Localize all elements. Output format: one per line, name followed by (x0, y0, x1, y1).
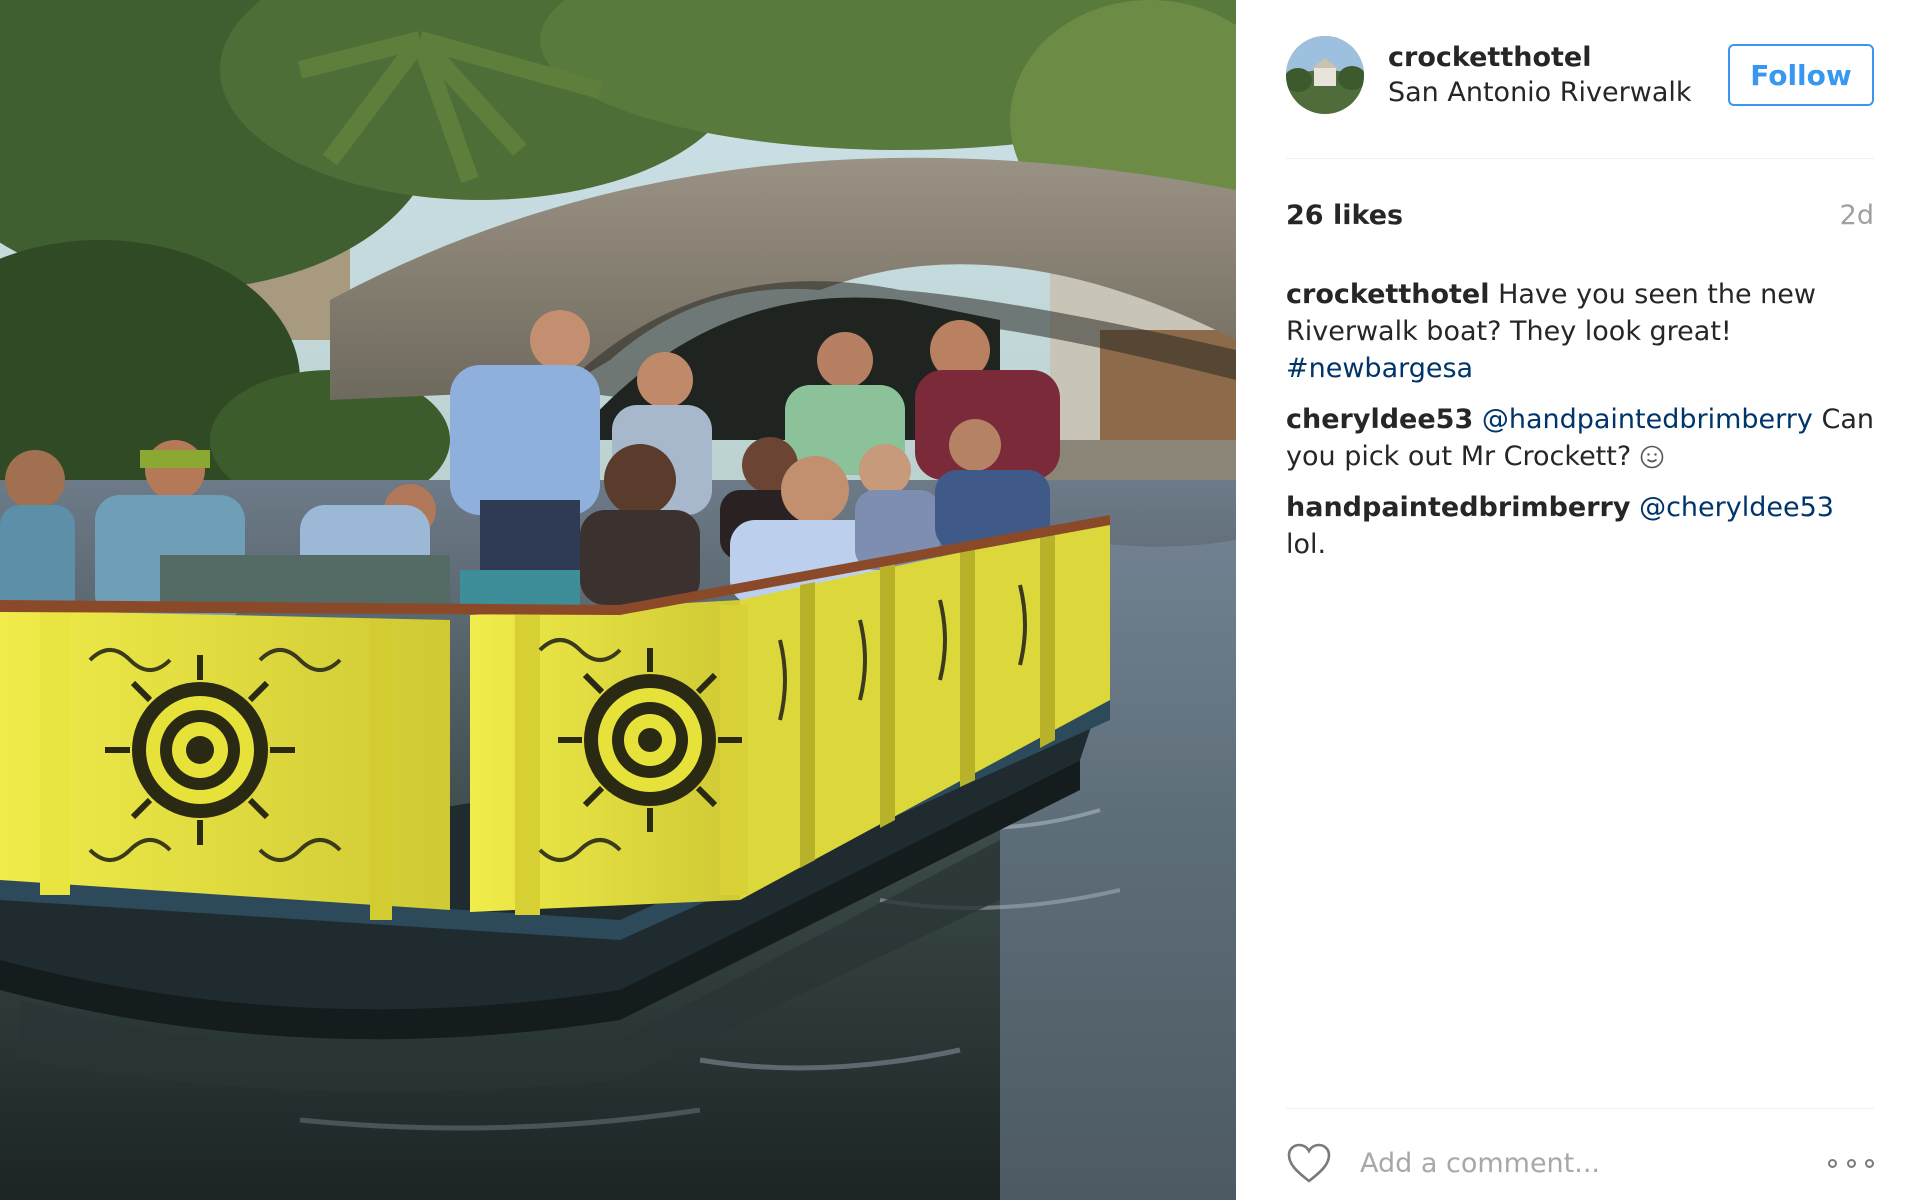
post-sidebar: crocketthotel San Antonio Riverwalk Foll… (1236, 0, 1920, 1200)
comment-mention[interactable]: @cheryldee53 (1639, 492, 1834, 523)
post-header: crocketthotel San Antonio Riverwalk Foll… (1286, 36, 1874, 114)
instagram-post: crocketthotel San Antonio Riverwalk Foll… (0, 0, 1920, 1200)
post-username[interactable]: crocketthotel (1388, 40, 1728, 75)
avatar[interactable] (1286, 36, 1364, 114)
caption-hashtag[interactable]: #newbargesa (1286, 353, 1473, 384)
comment-input[interactable] (1358, 1146, 1828, 1180)
likes-count[interactable]: 26 likes (1286, 200, 1403, 231)
comment-text: lol. (1286, 529, 1327, 560)
dot-icon (1846, 1158, 1856, 1168)
header-divider (1286, 158, 1874, 159)
caption-username[interactable]: crocketthotel (1286, 279, 1489, 310)
heart-icon[interactable] (1286, 1142, 1332, 1184)
post-photo[interactable] (0, 0, 1236, 1200)
post-location[interactable]: San Antonio Riverwalk (1388, 75, 1728, 110)
smiley-face-icon (1640, 445, 1664, 469)
dot-icon (1828, 1158, 1837, 1168)
user-block: crocketthotel San Antonio Riverwalk (1388, 40, 1728, 110)
follow-button[interactable]: Follow (1728, 44, 1874, 106)
comment-item: handpaintedbrimberry @cheryldee53 lol. (1286, 489, 1874, 563)
comment-item: cheryldee53 @handpaintedbrimberry Can yo… (1286, 401, 1874, 475)
add-comment-row (1286, 1138, 1874, 1188)
comments-list: crocketthotel Have you seen the new Rive… (1286, 276, 1874, 577)
likes-row: 26 likes 2d (1286, 200, 1874, 231)
footer-divider (1286, 1108, 1874, 1109)
comment-username[interactable]: handpaintedbrimberry (1286, 492, 1630, 523)
post-age: 2d (1839, 200, 1874, 231)
caption: crocketthotel Have you seen the new Rive… (1286, 276, 1874, 387)
profile-photo-icon (1286, 36, 1364, 114)
comment-mention[interactable]: @handpaintedbrimberry (1482, 404, 1813, 435)
comment-username[interactable]: cheryldee53 (1286, 404, 1473, 435)
riverwalk-boat-photo (0, 0, 1236, 1200)
dot-icon (1865, 1158, 1874, 1168)
more-options-icon[interactable] (1828, 1153, 1874, 1173)
